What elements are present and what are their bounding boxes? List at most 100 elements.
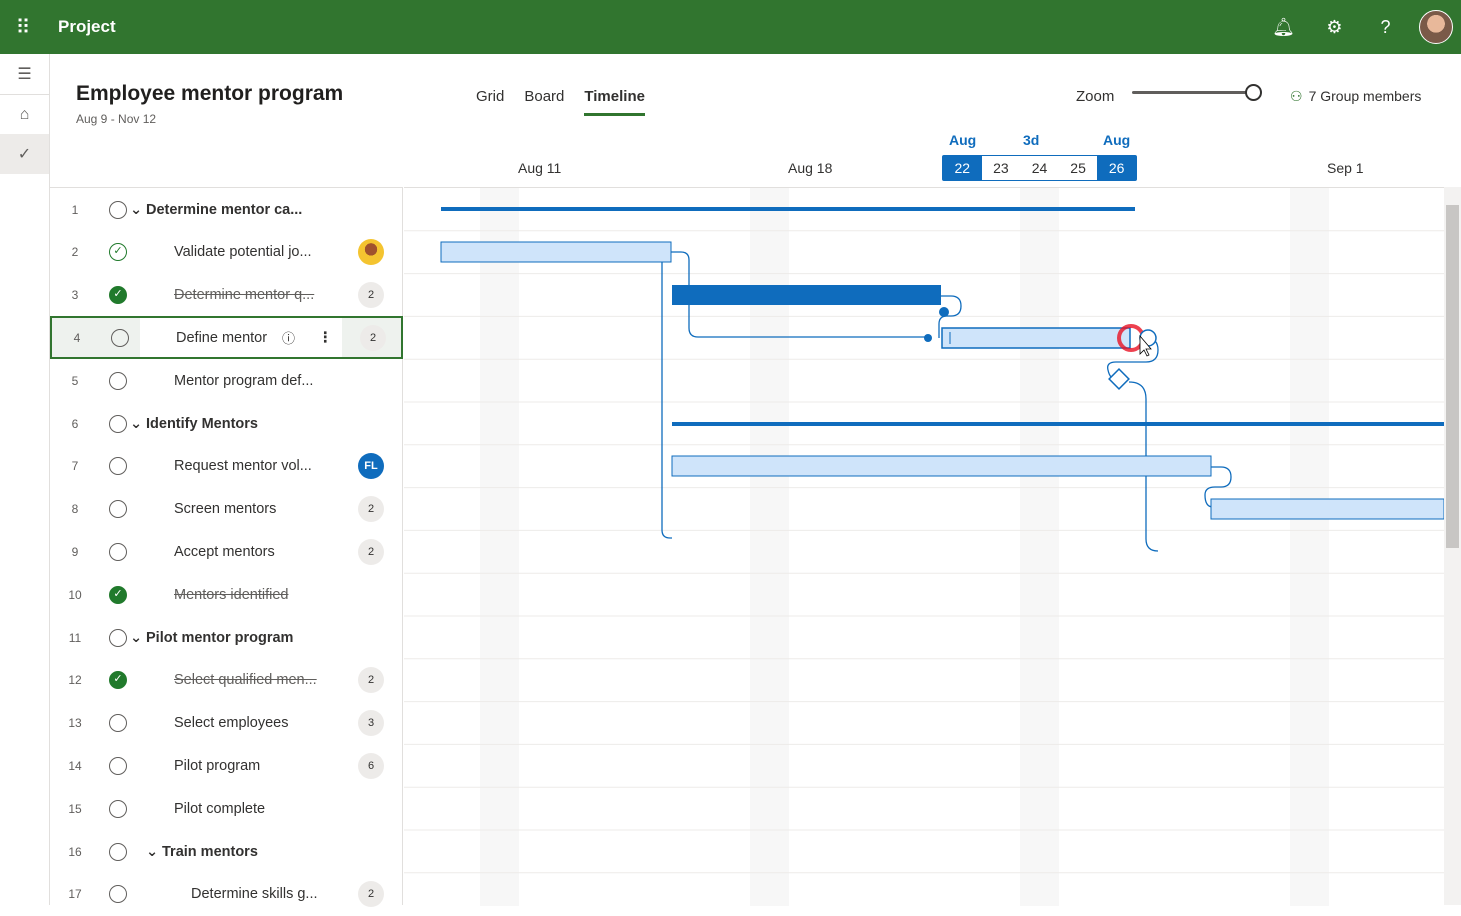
zoom-slider-thumb[interactable] [1245, 84, 1262, 101]
group-members-label: 7 Group members [1308, 88, 1422, 104]
completed-checkbox[interactable]: ✓ [109, 585, 127, 604]
task-name[interactable]: Determine skills g... [191, 886, 318, 902]
left-rail: ☰ ⌂ ✓ [0, 54, 50, 905]
task-bar[interactable] [671, 455, 1212, 477]
task-name[interactable]: Select employees [174, 715, 288, 731]
collapse-chevron-icon[interactable]: ⌄ [130, 416, 142, 432]
row-number: 9 [71, 544, 79, 559]
task-name[interactable]: Determine mentor ca... [146, 202, 302, 218]
task-row[interactable]: 17 Determine skills g... 2 [50, 873, 403, 916]
task-checkbox[interactable] [111, 328, 129, 347]
summary-bar[interactable] [672, 422, 1444, 426]
zoom-slider[interactable] [1132, 91, 1256, 94]
row-number: 10 [68, 587, 82, 602]
task-row[interactable]: 4 Define mentor ⓘ ⋮ 2 [50, 316, 403, 360]
help-icon[interactable]: ? [1360, 17, 1411, 38]
assignee-count-badge[interactable]: 2 [360, 324, 386, 351]
task-row[interactable]: 5 Mentor program def... [50, 359, 403, 402]
task-name[interactable]: Pilot mentor program [146, 630, 293, 646]
task-row[interactable]: 6 ⌄ Identify Mentors [50, 402, 403, 445]
assignee-count-badge[interactable]: 2 [358, 881, 384, 908]
task-checkbox[interactable] [109, 371, 127, 390]
task-row[interactable]: 15 Pilot complete [50, 787, 403, 830]
task-checkbox[interactable] [109, 200, 127, 219]
task-row[interactable]: 11 ⌄ Pilot mentor program [50, 616, 403, 659]
task-name[interactable]: Mentor program def... [174, 373, 313, 389]
milestone-diamond[interactable] [1108, 368, 1130, 390]
task-checkbox[interactable] [109, 414, 127, 433]
row-number: 15 [68, 801, 82, 816]
task-row[interactable]: 7 Request mentor vol... FL [50, 445, 403, 488]
gear-icon[interactable]: ⚙ [1309, 17, 1360, 38]
task-row[interactable]: 9 Accept mentors 2 [50, 530, 403, 573]
info-icon[interactable]: ⓘ [282, 328, 295, 347]
task-checkbox[interactable]: ✓ [109, 243, 127, 262]
group-members-button[interactable]: ⚇ 7 Group members [1290, 88, 1421, 105]
task-checkbox[interactable] [109, 714, 127, 733]
task-name[interactable]: Pilot program [174, 758, 260, 774]
app-name[interactable]: Project [58, 17, 116, 37]
assignee-count-badge[interactable]: 2 [358, 282, 384, 309]
assignee-count-badge[interactable]: 6 [358, 752, 384, 779]
task-checkbox[interactable] [109, 842, 127, 861]
task-checkbox[interactable] [109, 756, 127, 775]
task-row[interactable]: 1 ⌄ Determine mentor ca... [50, 188, 403, 231]
task-name[interactable]: Train mentors [162, 844, 258, 860]
task-name[interactable]: Define mentor [176, 330, 267, 346]
assignee-count-badge[interactable]: 2 [358, 496, 384, 523]
task-name[interactable]: Mentors identified [174, 587, 288, 603]
collapse-chevron-icon[interactable]: ⌄ [146, 844, 158, 860]
summary-bar[interactable] [441, 207, 1135, 211]
task-name[interactable]: Select qualified men... [174, 672, 317, 688]
task-row[interactable]: 8 Screen mentors 2 [50, 488, 403, 531]
task-bar[interactable] [1210, 498, 1445, 520]
task-row[interactable]: 10 ✓ Mentors identified [50, 573, 403, 616]
hamburger-menu-icon[interactable]: ☰ [0, 54, 49, 94]
zoom-span-label: 3d [1023, 132, 1040, 148]
task-row[interactable]: 13 Select employees 3 [50, 702, 403, 745]
assignee-avatar[interactable]: FL [358, 453, 384, 480]
task-row[interactable]: 12 ✓ Select qualified men... 2 [50, 659, 403, 702]
task-name[interactable]: Determine mentor q... [174, 287, 314, 303]
assignee-count-badge[interactable]: 3 [358, 710, 384, 737]
task-checkbox[interactable] [109, 457, 127, 476]
task-name[interactable]: Validate potential jo... [174, 244, 312, 260]
assignee-count-badge[interactable]: 2 [358, 667, 384, 694]
task-name[interactable]: Identify Mentors [146, 416, 258, 432]
home-icon[interactable]: ⌂ [0, 94, 49, 134]
task-checkbox[interactable] [109, 799, 127, 818]
tab-board[interactable]: Board [524, 88, 564, 116]
completed-checkbox[interactable]: ✓ [109, 286, 127, 305]
tab-timeline[interactable]: Timeline [584, 88, 645, 116]
task-name[interactable]: Pilot complete [174, 801, 265, 817]
assignee-avatar[interactable] [358, 239, 384, 266]
task-row[interactable]: 2 ✓ Validate potential jo... [50, 231, 403, 274]
drag-handle-dot[interactable] [924, 334, 932, 342]
task-name[interactable]: Accept mentors [174, 544, 275, 560]
task-row[interactable]: 16 ⌄ Train mentors [50, 830, 403, 873]
bell-icon[interactable]: 🔔︎ [1258, 17, 1309, 38]
task-bar-selected[interactable] [941, 327, 1131, 349]
task-name[interactable]: Screen mentors [174, 501, 276, 517]
collapse-chevron-icon[interactable]: ⌄ [130, 202, 142, 218]
task-name[interactable]: Request mentor vol... [174, 458, 312, 474]
app-launcher-icon[interactable]: ⠿ [0, 15, 46, 40]
task-checkbox[interactable] [109, 628, 127, 647]
scrollbar-thumb[interactable] [1446, 205, 1459, 548]
collapse-chevron-icon[interactable]: ⌄ [130, 630, 142, 646]
user-avatar[interactable] [1419, 10, 1453, 44]
task-bar[interactable] [440, 241, 672, 263]
task-bar-complete[interactable] [672, 285, 941, 305]
week-label: Aug 18 [788, 160, 833, 176]
task-row[interactable]: 14 Pilot program 6 [50, 744, 403, 787]
tab-grid[interactable]: Grid [476, 88, 504, 116]
task-checkbox[interactable] [109, 885, 127, 904]
drag-handle-dot[interactable] [939, 307, 949, 317]
task-row[interactable]: 3 ✓ Determine mentor q... 2 [50, 274, 403, 317]
task-checkbox[interactable] [109, 500, 127, 519]
checkmark-icon[interactable]: ✓ [0, 134, 49, 174]
task-checkbox[interactable] [109, 542, 127, 561]
more-options-icon[interactable]: ⋮ [318, 330, 333, 346]
assignee-count-badge[interactable]: 2 [358, 538, 384, 565]
completed-checkbox[interactable]: ✓ [109, 671, 127, 690]
